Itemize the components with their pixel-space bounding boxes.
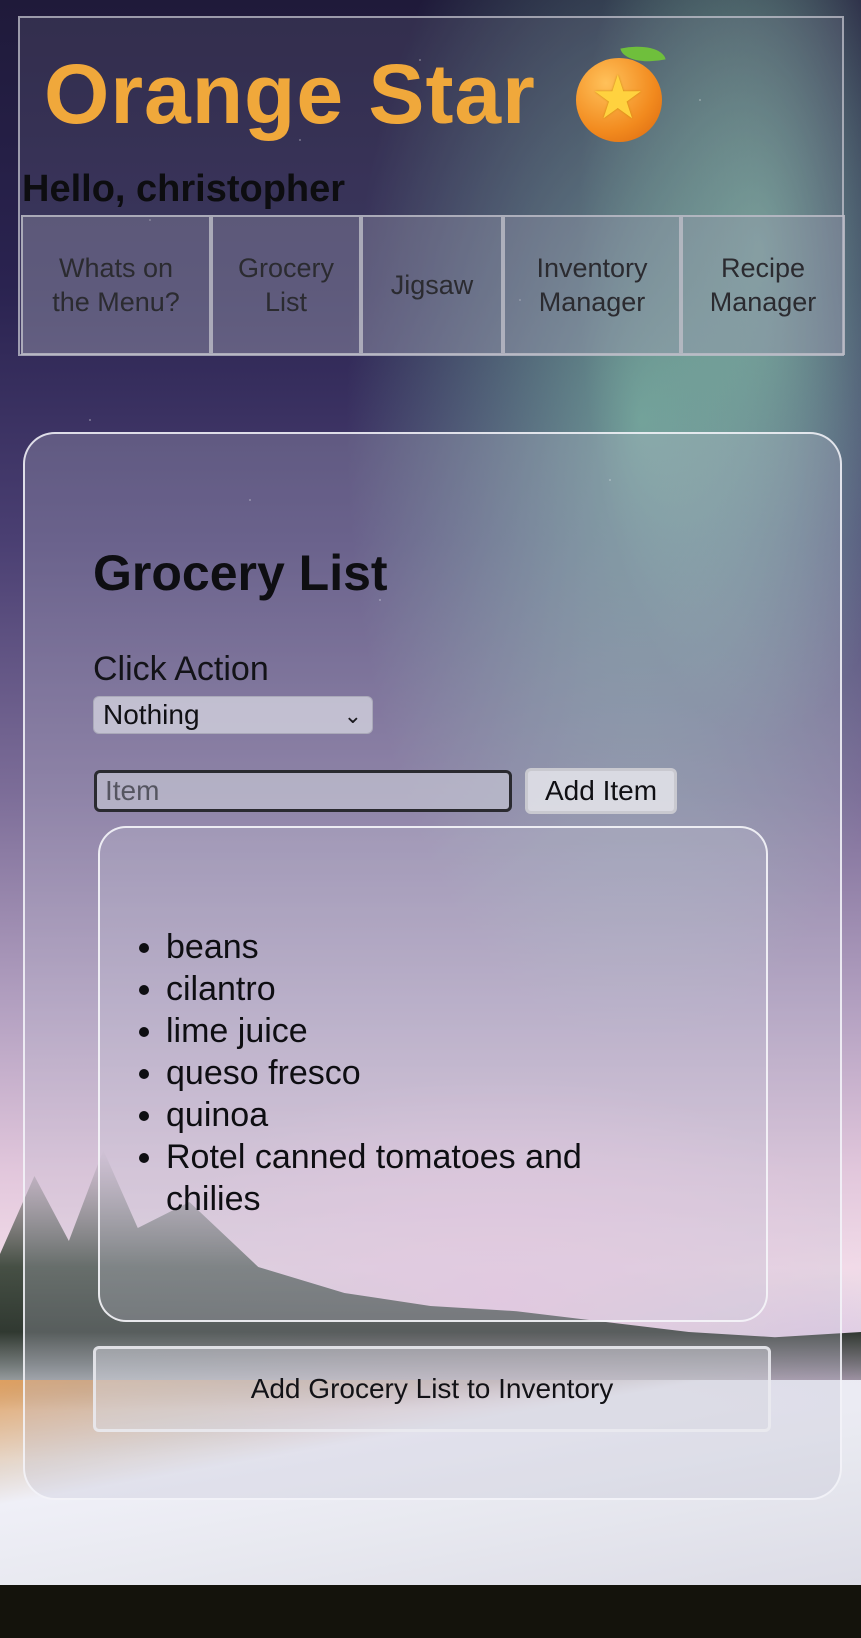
site-header: Orange Star ★ Hello, christopher Whats o… [18, 16, 845, 356]
add-item-button[interactable]: Add Item [525, 768, 677, 814]
brand-title: Orange Star [44, 47, 536, 141]
nav-item-recipe-manager[interactable]: Recipe Manager [681, 215, 845, 355]
nav-item-label: Recipe Manager [709, 253, 817, 317]
click-action-select[interactable]: Nothing ⌄ [93, 696, 373, 734]
nav-item-label: Jigsaw [390, 270, 474, 300]
nav-item-label: Grocery List [237, 253, 335, 317]
nav-item-label: Inventory Manager [536, 253, 648, 317]
grocery-list-item[interactable]: Rotel canned tomatoes and chilies [166, 1136, 666, 1220]
page-title: Grocery List [93, 545, 388, 601]
nav-item-inventory-manager[interactable]: Inventory Manager [503, 215, 681, 355]
nav-item-label: Whats on the Menu? [52, 253, 180, 317]
nav-item-grocery-list[interactable]: Grocery List [211, 215, 361, 355]
grocery-list-card: Grocery List Click Action Nothing ⌄ Add … [23, 432, 842, 1500]
chevron-down-icon: ⌄ [343, 703, 362, 728]
grocery-list-item[interactable]: beans [166, 926, 666, 968]
grocery-list-item[interactable]: lime juice [166, 1010, 666, 1052]
click-action-label: Click Action [93, 650, 269, 688]
grocery-list-item[interactable]: queso fresco [166, 1052, 666, 1094]
user-greeting: Hello, christopher [22, 168, 346, 210]
star-icon: ★ [590, 63, 645, 133]
brand: Orange Star ★ [44, 39, 668, 144]
grocery-list-item[interactable]: quinoa [166, 1094, 666, 1136]
click-action-value: Nothing [103, 699, 200, 730]
orange-star-icon: ★ [572, 39, 668, 144]
item-input[interactable] [94, 770, 512, 812]
nav-item-whats-on-the-menu[interactable]: Whats on the Menu? [21, 215, 211, 355]
grocery-list-box: beanscilantrolime juicequeso frescoquino… [98, 826, 768, 1322]
bottom-bar [0, 1585, 861, 1638]
main-nav: Whats on the Menu? Grocery List Jigsaw I… [21, 215, 845, 355]
grocery-list: beanscilantrolime juicequeso frescoquino… [100, 926, 666, 1220]
grocery-list-item[interactable]: cilantro [166, 968, 666, 1010]
nav-item-jigsaw[interactable]: Jigsaw [361, 215, 503, 355]
add-grocery-list-to-inventory-button[interactable]: Add Grocery List to Inventory [93, 1346, 771, 1432]
